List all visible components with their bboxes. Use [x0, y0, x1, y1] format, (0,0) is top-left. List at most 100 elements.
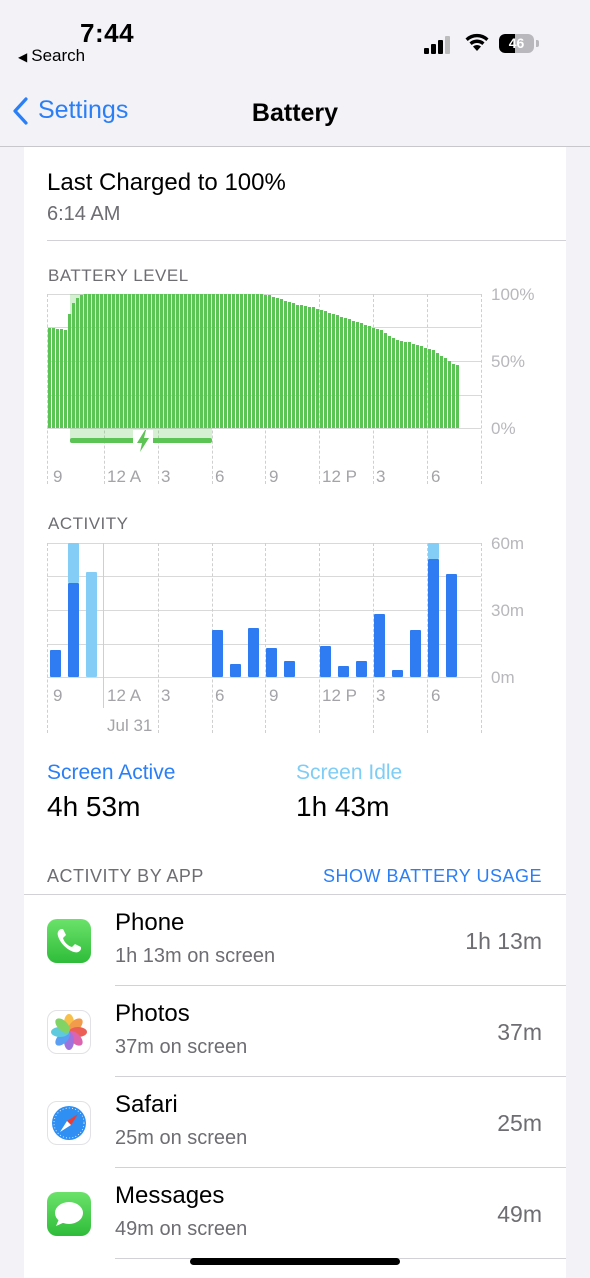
battery-level-bar: [432, 350, 435, 428]
battery-level-bar: [60, 328, 63, 428]
battery-level-bar: [452, 363, 455, 428]
screen-active-bar: [50, 650, 61, 677]
x-tick: 9: [269, 686, 279, 705]
battery-level-bar: [416, 344, 419, 428]
y-tick: 30m: [491, 601, 525, 620]
y-tick: 50%: [491, 352, 526, 371]
battery-level-bar: [236, 294, 239, 428]
battery-level-bar: [300, 304, 303, 428]
app-name: Phone: [115, 909, 185, 936]
activity-bars: [47, 543, 481, 677]
app-time: 1h 13m: [465, 928, 542, 954]
app-time: 49m: [497, 1201, 542, 1227]
app-name: Photos: [115, 1000, 190, 1027]
gridline: [47, 677, 481, 678]
wifi-icon: [464, 32, 490, 57]
app-row-safari[interactable]: Safari 25m on screen 25m: [24, 1077, 566, 1168]
x-tick: 9: [53, 686, 63, 705]
screen-active-value: 4h 53m: [47, 791, 141, 822]
battery-level-bar: [64, 330, 67, 428]
x-tick: 3: [161, 467, 171, 486]
battery-level-bar: [400, 340, 403, 428]
battery-level-bar: [444, 358, 447, 428]
battery-level-bar: [228, 294, 231, 428]
screen-idle-bar: [86, 572, 97, 677]
x-tick: 3: [161, 686, 171, 705]
battery-level-bar: [316, 308, 319, 428]
screen-active-bar: [266, 647, 277, 677]
app-subtitle: 25m on screen: [115, 1127, 248, 1149]
app-time: 25m: [497, 1110, 542, 1136]
battery-level-bar: [264, 295, 267, 428]
screen-active-bar: [68, 583, 79, 677]
date-label: Jul 31: [107, 716, 153, 735]
photos-icon: [47, 1010, 91, 1054]
y-tick: 0m: [491, 668, 515, 687]
charging-bolt-icon: [137, 430, 149, 452]
screen-idle-label: Screen Idle: [296, 761, 403, 784]
battery-level-bar: [224, 294, 227, 428]
battery-level-bar: [360, 323, 363, 428]
battery-level-bar: [368, 326, 371, 428]
battery-level-bar: [260, 294, 263, 428]
app-subtitle: 37m on screen: [115, 1036, 248, 1058]
screen-active-bar: [428, 558, 439, 677]
battery-level-bar: [308, 307, 311, 428]
battery-level-bar: [256, 294, 259, 428]
battery-level-bar: [408, 342, 411, 428]
show-battery-usage-button[interactable]: SHOW BATTERY USAGE: [323, 866, 542, 887]
battery-level-bar: [280, 299, 283, 428]
back-to-search[interactable]: ◀ Search: [18, 46, 85, 66]
battery-level-bar: [312, 307, 315, 428]
status-time: 7:44: [80, 18, 135, 48]
battery-level-bar: [420, 346, 423, 428]
battery-level-bar: [220, 294, 223, 428]
battery-level-bar: [332, 314, 335, 428]
gridline-vertical: [481, 543, 482, 733]
app-row-messages[interactable]: Messages 49m on screen 49m: [24, 1168, 566, 1259]
app-row-phone[interactable]: Phone 1h 13m on screen 1h 13m: [24, 895, 566, 986]
cellular-signal-icon: [424, 34, 452, 54]
screen-active-bar: [212, 630, 223, 677]
screen-idle-bar: [428, 543, 439, 559]
battery-level-bar: [388, 335, 391, 428]
x-tick: 12 A: [107, 467, 142, 486]
gridline-vertical: [481, 294, 482, 484]
battery-level-bar: [244, 294, 247, 428]
home-indicator[interactable]: [190, 1258, 400, 1265]
battery-level-bar: [284, 300, 287, 428]
x-tick: 12 A: [107, 686, 142, 705]
battery-level-chart[interactable]: 100% 50% 0% 9 12 A 3 6 9 12 P 3 6: [47, 285, 534, 486]
x-tick: 12 P: [322, 467, 357, 486]
screen-active-bar: [392, 670, 403, 677]
app-subtitle: 1h 13m on screen: [115, 945, 276, 967]
battery-level-bar: [424, 347, 427, 428]
activity-by-app-label: ACTIVITY BY APP: [47, 866, 204, 886]
app-row-photos[interactable]: Photos 37m on screen 37m: [24, 986, 566, 1077]
battery-level-bar: [372, 327, 375, 428]
battery-level-bar: [356, 322, 359, 428]
x-tick: 12 P: [322, 686, 357, 705]
battery-level-bar: [380, 330, 383, 428]
x-tick: 3: [376, 467, 386, 486]
battery-level-bar: [436, 352, 439, 428]
battery-level-bar: [252, 294, 255, 428]
activity-chart[interactable]: 60m 30m 0m 9 12 A 3 6 9 12 P 3 6 Jul 31: [47, 534, 524, 735]
screen-active-bar: [374, 614, 385, 677]
app-name: Safari: [115, 1091, 178, 1118]
x-tick: 6: [215, 686, 225, 705]
screen-active-bar: [338, 665, 349, 677]
last-charged-title: Last Charged to 100%: [47, 169, 286, 196]
screen-active-bar: [410, 630, 421, 677]
battery-level-bar: [248, 294, 251, 428]
battery-level-bar: [296, 304, 299, 428]
battery-status-icon: 46: [499, 34, 539, 53]
screen-active-label: Screen Active: [47, 761, 176, 784]
battery-level-bar: [448, 361, 451, 428]
messages-icon: [47, 1192, 91, 1236]
battery-level-bar: [292, 303, 295, 428]
screen-idle-value: 1h 43m: [296, 791, 390, 822]
battery-level-bar: [396, 339, 399, 428]
battery-level-bar: [376, 328, 379, 428]
app-name: Messages: [115, 1182, 225, 1209]
